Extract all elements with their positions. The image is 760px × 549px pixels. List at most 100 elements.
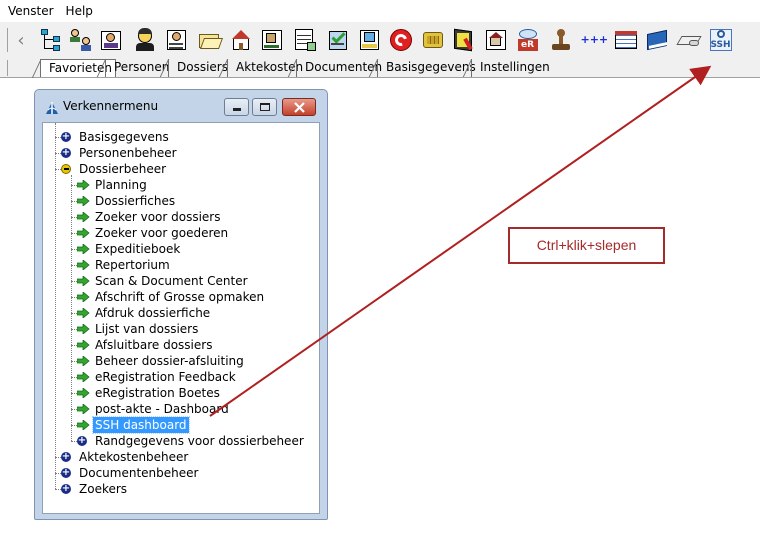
toolbar-grip[interactable] (0, 28, 8, 52)
tree-item-label: Aktekostenbeheer (79, 450, 189, 464)
explorer-window: Verkennermenu + Basisgegevens + Personenbeh… (34, 89, 328, 520)
tabs-grip[interactable] (0, 60, 8, 76)
person-button[interactable] (130, 25, 159, 55)
toolbar-scroll-left-icon[interactable]: ‹ (12, 28, 30, 56)
minimize-icon (233, 108, 241, 111)
house-button[interactable] (226, 25, 255, 55)
eR-button[interactable]: eR (513, 25, 542, 55)
collapse-minus-icon[interactable] (61, 164, 71, 174)
building-doc-button[interactable] (257, 25, 286, 55)
green-arrow-icon (77, 420, 90, 430)
tree-item-label: Repertorium (95, 258, 170, 272)
plus-plus-plus-icon: +++ (580, 28, 609, 52)
hand-document-icon (675, 28, 702, 52)
red-circle-logo-icon (389, 28, 413, 52)
expand-plus-icon[interactable]: + (61, 148, 71, 158)
minimize-button[interactable] (224, 98, 249, 116)
tree-item-label: SSH dashboard (92, 416, 190, 434)
building-doc-icon (260, 28, 284, 52)
expand-plus-icon[interactable]: + (77, 436, 87, 446)
person-icon (133, 28, 157, 52)
scan-document-button[interactable] (355, 25, 384, 55)
dossier-card-button[interactable] (96, 25, 125, 55)
green-arrow-icon (77, 308, 90, 318)
green-arrow-icon (77, 404, 90, 414)
tree-item-label: Dossierfiches (95, 194, 176, 208)
tree-connector-child (71, 175, 72, 441)
plus-plus-plus-label: +++ (580, 33, 609, 46)
tree-item-label: Zoeker voor goederen (95, 226, 229, 240)
tab-instellingen[interactable]: Instellingen (471, 59, 553, 77)
green-arrow-icon (77, 292, 90, 302)
green-arrow-icon (77, 356, 90, 366)
green-arrow-icon (77, 388, 90, 398)
expand-plus-icon[interactable]: + (61, 132, 71, 142)
red-circle-logo-button[interactable] (386, 25, 415, 55)
expand-plus-icon[interactable]: + (61, 484, 71, 494)
close-button[interactable] (282, 98, 316, 116)
tree-item-label: Lijst van dossiers (95, 322, 199, 336)
window-title: Verkennermenu (63, 99, 159, 113)
menu-help[interactable]: Help (66, 4, 93, 18)
search-person-icon (165, 28, 189, 52)
menu-bar: Venster Help (0, 0, 760, 22)
notebook-pen-button[interactable] (449, 25, 478, 55)
green-arrow-icon (77, 180, 90, 190)
tree-item-label: post-akte - Dashboard (95, 402, 229, 416)
chip-card-icon (421, 28, 445, 52)
tree-item-label: Afsluitbare dossiers (95, 338, 213, 352)
tree-item-label: Basisgegevens (79, 130, 169, 144)
ssh-label: SSH (710, 40, 731, 50)
open-folder-button[interactable] (195, 25, 224, 55)
tree-item-label: eRegistration Feedback (95, 370, 236, 384)
maximize-button[interactable] (252, 98, 277, 116)
tree-item-label: Randgegevens voor dossierbeheer (95, 434, 304, 448)
eR-icon: eR (516, 28, 540, 52)
blue-book-button[interactable] (642, 25, 671, 55)
green-arrow-icon (77, 372, 90, 382)
stamp-button[interactable] (546, 25, 575, 55)
expand-plus-icon[interactable]: + (61, 468, 71, 478)
tree-item-label: Expeditieboek (95, 242, 181, 256)
scan-document-icon (358, 28, 382, 52)
table-grid-icon (614, 28, 638, 52)
ssh-button[interactable]: SSH (706, 25, 735, 55)
green-arrow-icon (77, 196, 90, 206)
green-arrow-icon (77, 244, 90, 254)
tree-item-label: Beheer dossier-afsluiting (95, 354, 244, 368)
chip-card-button[interactable] (418, 25, 447, 55)
spreadsheet-doc-icon (293, 28, 317, 52)
tree-item-label: Planning (95, 178, 147, 192)
expand-plus-icon[interactable]: + (61, 452, 71, 462)
house-photo-icon (484, 28, 508, 52)
eR-label: eR (517, 39, 538, 51)
open-folder-icon (198, 28, 223, 52)
window-title-bar[interactable]: Verkennermenu (35, 90, 327, 120)
search-person-button[interactable] (162, 25, 191, 55)
tree-item-label: Personenbeheer (79, 146, 177, 160)
green-arrow-icon (77, 260, 90, 270)
checklist-button[interactable] (323, 25, 352, 55)
explorer-tree: + Basisgegevens + Personenbeheer Dossierbehe… (42, 122, 320, 514)
table-grid-button[interactable] (611, 25, 640, 55)
tree-item-label: Zoekers (79, 482, 128, 496)
house-icon (229, 28, 253, 52)
menu-venster[interactable]: Venster (8, 4, 54, 18)
maximize-icon (260, 103, 270, 111)
green-arrow-icon (77, 276, 90, 286)
tree-connector-root (55, 123, 56, 489)
hand-document-button[interactable] (674, 25, 703, 55)
checklist-icon (326, 28, 350, 52)
tree-item-label: Zoeker voor dossiers (95, 210, 221, 224)
dossier-card-icon (99, 28, 123, 52)
house-photo-button[interactable] (481, 25, 510, 55)
network-tree-button[interactable] (36, 25, 65, 55)
tab-personen[interactable]: Personen (105, 59, 172, 77)
plus-plus-plus-button[interactable]: +++ (578, 25, 609, 55)
close-icon (294, 102, 305, 113)
spreadsheet-doc-button[interactable] (290, 25, 319, 55)
persons-tree-button[interactable] (66, 25, 95, 55)
green-arrow-icon (77, 340, 90, 350)
blue-book-icon (645, 28, 669, 52)
tree-item-label: Documentenbeheer (79, 466, 199, 480)
